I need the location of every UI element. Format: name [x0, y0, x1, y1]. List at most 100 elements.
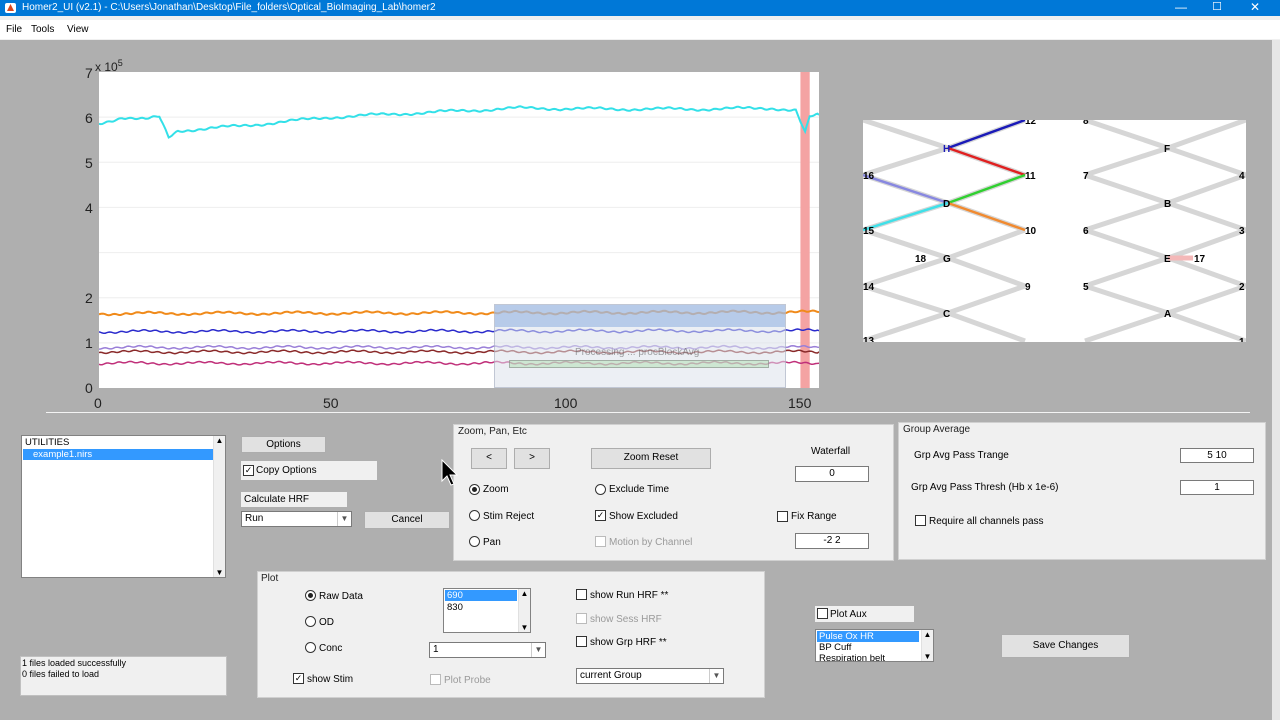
require-all-label: Require all channels pass: [929, 516, 1044, 527]
close-button[interactable]: ✕: [1238, 0, 1272, 16]
prev-button[interactable]: <: [471, 448, 507, 469]
probe-axes[interactable]: 12 11 10 9 16 15 14 13 18 G C 8 7 6 5 F …: [862, 116, 1247, 348]
show-excluded-checkbox[interactable]: ✓: [595, 510, 606, 521]
window-scrollbar[interactable]: [1272, 40, 1280, 720]
pan-label: Pan: [483, 537, 501, 548]
grp-avg-thresh-input[interactable]: 1: [1180, 480, 1254, 495]
probe-label: 3: [1239, 226, 1245, 237]
grp-avg-thresh-label: Grp Avg Pass Thresh (Hb x 1e-6): [911, 482, 1059, 493]
exclude-time-radio[interactable]: [595, 484, 606, 495]
probe-label: G: [943, 254, 951, 265]
menu-file[interactable]: File: [6, 24, 22, 35]
wavelength-item[interactable]: 830: [445, 602, 463, 613]
wavelength-listbox[interactable]: 690 830 ▲ ▼: [443, 588, 531, 633]
aux-item[interactable]: Respiration belt: [817, 653, 885, 661]
show-grp-hrf-checkbox[interactable]: [576, 636, 587, 647]
probe-label: H: [943, 144, 950, 155]
plot-aux-label: Plot Aux: [830, 609, 867, 620]
probe-label: D: [943, 199, 950, 210]
maximize-button[interactable]: ☐: [1200, 0, 1234, 16]
waterfall-input[interactable]: 0: [795, 466, 869, 482]
options-button[interactable]: Options: [241, 436, 326, 453]
chevron-down-icon: ▼: [337, 512, 351, 526]
menu-bar: File Tools View: [0, 20, 1280, 39]
show-stim-checkbox[interactable]: ✓: [293, 673, 304, 684]
zoom-label: Zoom: [483, 484, 509, 495]
group-average-panel: Group Average Grp Avg Pass Trange 5 10 G…: [898, 422, 1266, 560]
zoom-radio[interactable]: [469, 484, 480, 495]
zoom-reset-button[interactable]: Zoom Reset: [591, 448, 711, 469]
od-label: OD: [319, 617, 334, 628]
plot-panel-title: Plot: [261, 573, 279, 584]
pan-radio[interactable]: [469, 536, 480, 547]
progress-dialog: Processing ... procBlockAvg: [494, 304, 786, 388]
show-run-hrf-checkbox[interactable]: [576, 589, 587, 600]
plot-probe-checkbox[interactable]: [430, 674, 441, 685]
aux-item[interactable]: Pulse Ox HR: [817, 631, 919, 642]
wavelength-scrollbar[interactable]: ▲ ▼: [518, 589, 530, 632]
progress-dialog-text: Processing ... procBlockAvg: [575, 347, 700, 358]
stim-reject-radio[interactable]: [469, 510, 480, 521]
aux-item[interactable]: BP Cuff: [817, 642, 851, 653]
show-stim-label: show Stim: [307, 674, 354, 685]
require-all-checkbox[interactable]: [915, 515, 926, 526]
files-listbox[interactable]: UTILITIES example1.nirs ▲ ▼: [21, 435, 226, 578]
probe-label: 1: [1239, 337, 1245, 342]
raw-data-radio[interactable]: [305, 590, 316, 601]
probe-label: 11: [1025, 171, 1036, 182]
probe-label: 4: [1239, 171, 1245, 182]
probe-label: 8: [1083, 120, 1089, 127]
cancel-button[interactable]: Cancel: [364, 511, 450, 529]
fix-range-label: Fix Range: [791, 511, 837, 522]
group-select[interactable]: current Group ▼: [576, 668, 724, 684]
plot-panel: Plot Raw Data OD Conc ✓ show Stim 690 83…: [257, 571, 765, 698]
waterfall-label: Waterfall: [811, 446, 851, 457]
exclude-time-label: Exclude Time: [609, 484, 670, 495]
series-line[interactable]: [98, 105, 820, 139]
probe-label: B: [1164, 199, 1171, 210]
y-tick-label: 1: [85, 335, 93, 351]
fix-range-checkbox[interactable]: [777, 511, 788, 522]
run-select-value: Run: [245, 513, 264, 524]
show-grp-hrf-label: show Grp HRF **: [590, 637, 667, 648]
minimize-button[interactable]: —: [1164, 0, 1198, 16]
scroll-down-icon[interactable]: ▼: [214, 568, 225, 577]
menu-view[interactable]: View: [67, 24, 89, 35]
scroll-up-icon[interactable]: ▲: [922, 630, 933, 639]
group-average-title: Group Average: [903, 424, 971, 435]
probe-label: 17: [1194, 254, 1206, 265]
copy-options-label: Copy Options: [256, 465, 317, 476]
next-button[interactable]: >: [514, 448, 550, 469]
x-tick-label: 0: [94, 395, 102, 411]
file-item-example1[interactable]: example1.nirs: [23, 449, 213, 460]
copy-options-checkbox[interactable]: ✓: [243, 465, 254, 476]
wavelength-item[interactable]: 690: [445, 590, 517, 601]
show-excluded-label: Show Excluded: [609, 511, 678, 522]
motion-by-channel-checkbox[interactable]: [595, 536, 606, 547]
x-tick-label: 100: [554, 395, 578, 411]
aux-listbox[interactable]: Pulse Ox HR BP Cuff Respiration belt ▲ ▼: [815, 629, 934, 662]
probe-label: 6: [1083, 226, 1089, 237]
grp-avg-trange-input[interactable]: 5 10: [1180, 448, 1254, 463]
zoom-panel-title: Zoom, Pan, Etc: [458, 426, 527, 437]
aux-scrollbar[interactable]: ▲ ▼: [921, 630, 933, 661]
channel-select[interactable]: 1 ▼: [429, 642, 546, 658]
menu-tools[interactable]: Tools: [31, 24, 54, 35]
y-exponent-label: x 105: [95, 58, 123, 74]
scroll-up-icon[interactable]: ▲: [519, 589, 530, 598]
mouse-cursor-icon: [441, 459, 459, 486]
fix-range-input[interactable]: -2 2: [795, 533, 869, 549]
calculate-hrf-box: Calculate HRF: [241, 492, 347, 507]
run-select[interactable]: Run ▼: [241, 511, 352, 527]
files-scrollbar[interactable]: ▲ ▼: [213, 436, 225, 577]
conc-radio[interactable]: [305, 642, 316, 653]
scroll-down-icon[interactable]: ▼: [922, 652, 933, 661]
od-radio[interactable]: [305, 616, 316, 627]
plot-aux-checkbox[interactable]: [817, 608, 828, 619]
scroll-up-icon[interactable]: ▲: [214, 436, 225, 445]
save-changes-button[interactable]: Save Changes: [1001, 634, 1130, 658]
scroll-down-icon[interactable]: ▼: [519, 623, 530, 632]
probe-label: E: [1164, 254, 1171, 265]
show-sess-hrf-checkbox[interactable]: [576, 613, 587, 624]
chevron-down-icon: ▼: [709, 669, 723, 683]
